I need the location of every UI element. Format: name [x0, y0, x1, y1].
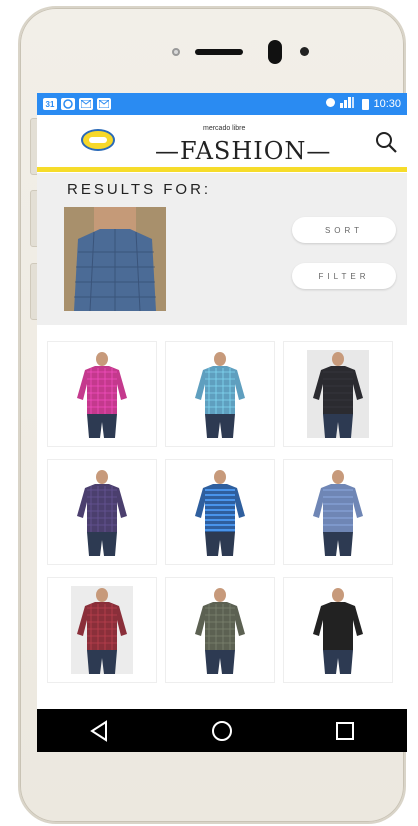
mercado-libre-logo-icon[interactable]	[81, 129, 115, 151]
product-image	[189, 468, 251, 556]
product-image	[71, 350, 133, 438]
status-bar: 31 10:30	[37, 93, 407, 115]
home-icon	[211, 720, 232, 741]
brand-title: —FASHION—	[155, 137, 332, 165]
product-image	[189, 586, 251, 674]
product-image	[307, 586, 369, 674]
product-tile[interactable]	[47, 577, 157, 683]
query-photo[interactable]	[64, 207, 166, 311]
search-button[interactable]	[375, 131, 397, 153]
phone-top-sensors	[20, 38, 404, 68]
sort-button[interactable]: SORT	[292, 217, 396, 243]
filter-button[interactable]: FILTER	[292, 263, 396, 289]
back-button[interactable]	[84, 716, 114, 746]
sensor-icon	[172, 48, 180, 56]
app-screen: 31 10:30 mercado libre —FASHION— RESULTS…	[37, 93, 407, 752]
results-panel: RESULTS FOR: SORT FILTER	[37, 173, 407, 325]
product-grid	[47, 341, 397, 683]
front-camera-icon	[268, 40, 282, 64]
product-image	[189, 350, 251, 438]
brand-subtitle: mercado libre	[203, 125, 246, 132]
product-image	[71, 468, 133, 556]
android-nav-bar	[37, 709, 407, 752]
product-tile[interactable]	[165, 459, 275, 565]
back-icon	[89, 719, 107, 742]
calendar-icon: 31	[43, 98, 57, 110]
proximity-sensor	[300, 47, 309, 56]
speaker-grille	[195, 49, 243, 55]
alarm-icon	[325, 97, 336, 111]
battery-icon	[362, 98, 370, 110]
signal-icon	[340, 97, 358, 111]
product-tile[interactable]	[283, 577, 393, 683]
mail-icon	[79, 98, 93, 110]
product-tile[interactable]	[283, 341, 393, 447]
status-time: 10:30	[373, 98, 401, 110]
product-image	[307, 350, 369, 438]
recents-button[interactable]	[330, 716, 360, 746]
product-tile[interactable]	[283, 459, 393, 565]
product-tile[interactable]	[47, 459, 157, 565]
product-tile[interactable]	[165, 577, 275, 683]
product-tile[interactable]	[165, 341, 275, 447]
recents-icon	[336, 721, 355, 740]
home-button[interactable]	[207, 716, 237, 746]
messenger-icon	[61, 98, 75, 110]
product-image	[71, 586, 133, 674]
results-title: RESULTS FOR:	[67, 181, 212, 198]
mail-icon	[97, 98, 111, 110]
search-icon	[376, 132, 397, 153]
product-tile[interactable]	[47, 341, 157, 447]
product-image	[307, 468, 369, 556]
app-header: mercado libre —FASHION—	[37, 115, 407, 172]
